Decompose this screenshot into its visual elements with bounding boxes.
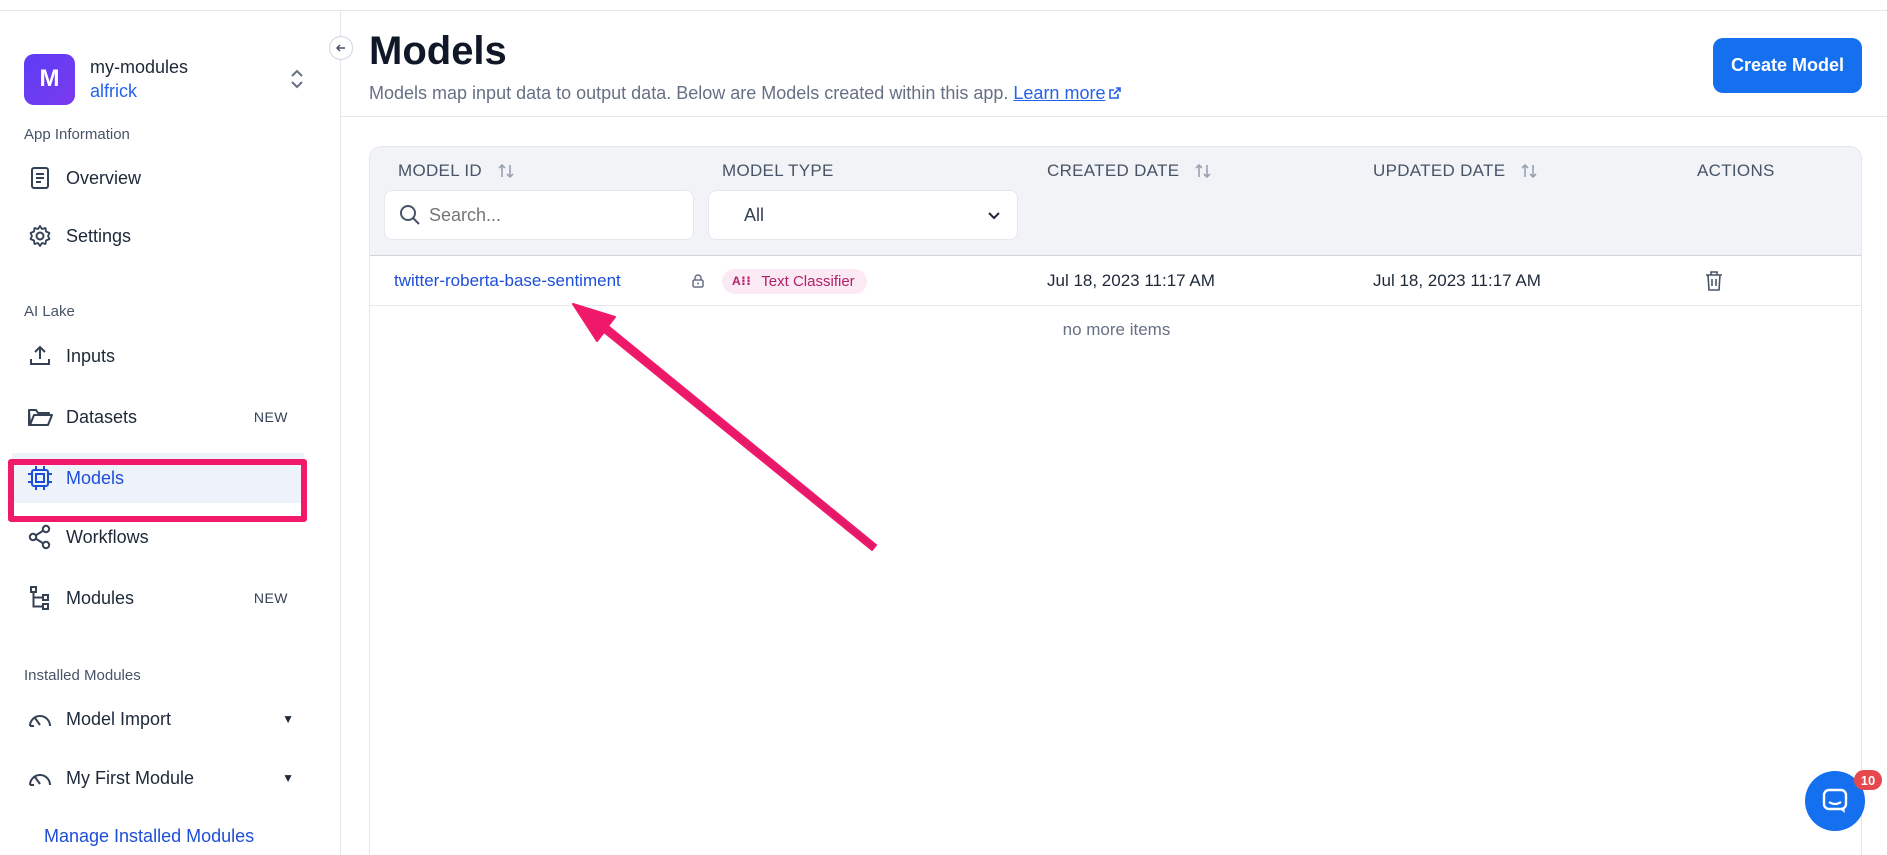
chat-unread-badge: 10: [1854, 770, 1882, 790]
caret-down-icon[interactable]: ▼: [282, 771, 294, 785]
manage-installed-modules-link[interactable]: Manage Installed Modules: [44, 826, 254, 847]
chevron-down-icon: [988, 212, 1000, 220]
column-header-created-date[interactable]: CREATED DATE: [1047, 161, 1213, 181]
sort-icon[interactable]: [1193, 161, 1213, 181]
model-type-badge: A⁝⁝ Text Classifier: [722, 268, 867, 294]
sidebar-item-label: My First Module: [66, 767, 195, 788]
sidebar-item-my-first-module[interactable]: My First Module ▼: [12, 753, 304, 803]
section-label-app-information: App Information: [24, 126, 130, 143]
sidebar-item-settings[interactable]: Settings: [12, 211, 304, 261]
caret-down-icon[interactable]: ▼: [282, 712, 294, 726]
create-model-button[interactable]: Create Model: [1713, 38, 1862, 93]
models-table: MODEL ID MODEL TYPE CREATED DATE UPDATED…: [369, 146, 1862, 855]
share-icon: [26, 523, 54, 551]
sidebar-item-label: Overview: [66, 167, 142, 188]
created-date-cell: Jul 18, 2023 11:17 AM: [1047, 271, 1215, 290]
search-icon: [400, 205, 420, 225]
sidebar-item-inputs[interactable]: Inputs: [12, 331, 304, 381]
model-id-link[interactable]: twitter-roberta-base-sentiment: [394, 271, 621, 291]
gear-icon: [26, 222, 54, 250]
column-header-model-type: MODEL TYPE: [722, 161, 834, 180]
collapse-sidebar-button[interactable]: [329, 36, 353, 60]
model-type-select-value: All: [744, 204, 765, 225]
tree-icon: [26, 584, 54, 612]
column-header-model-id[interactable]: MODEL ID: [398, 161, 516, 181]
sidebar-item-modules[interactable]: Modules NEW: [12, 573, 304, 623]
section-label-installed-modules: Installed Modules: [24, 667, 141, 684]
sidebar-item-label: Model Import: [66, 708, 172, 729]
sidebar-item-label: Datasets: [66, 406, 138, 427]
learn-more-link[interactable]: Learn more: [1013, 83, 1122, 103]
sidebar-item-datasets[interactable]: Datasets NEW: [12, 392, 304, 442]
model-id-cell: twitter-roberta-base-sentiment: [394, 256, 621, 306]
arrow-left-icon: [335, 44, 345, 52]
delete-button[interactable]: [1704, 256, 1724, 306]
sidebar-item-model-import[interactable]: Model Import ▼: [12, 694, 304, 744]
header-divider: [341, 116, 1887, 117]
sidebar: M my-modules alfrick App Information Ove…: [0, 11, 341, 855]
page-description: Models map input data to output data. Be…: [369, 83, 1122, 104]
top-border: [0, 0, 1887, 11]
folder-icon: [26, 403, 54, 431]
new-badge: NEW: [253, 590, 288, 606]
table-header: MODEL ID MODEL TYPE CREATED DATE UPDATED…: [370, 147, 1861, 256]
chat-icon: [1822, 788, 1848, 813]
trash-icon: [1706, 271, 1722, 291]
sidebar-item-label: Workflows: [66, 526, 149, 547]
lock-icon: [690, 256, 706, 306]
chip-icon: [26, 464, 54, 492]
model-type-cell: A⁝⁝ Text Classifier: [722, 256, 867, 306]
page-description-text: Models map input data to output data. Be…: [369, 83, 1009, 103]
sidebar-item-label: Modules: [66, 587, 135, 608]
gauge-icon: [26, 705, 54, 733]
page-title: Models: [369, 29, 507, 73]
text-classifier-icon: A⁝⁝: [732, 274, 752, 288]
sort-icon[interactable]: [496, 161, 516, 181]
app-avatar: M: [24, 53, 75, 105]
gauge-icon: [26, 764, 54, 792]
sort-icon[interactable]: [1519, 161, 1539, 181]
external-link-icon: [1109, 87, 1122, 99]
model-type-select[interactable]: All: [708, 190, 1018, 240]
document-icon: [26, 164, 54, 192]
model-id-search-field[interactable]: [384, 190, 694, 240]
section-label-ai-lake: AI Lake: [24, 303, 75, 320]
app-switcher[interactable]: M my-modules alfrick: [24, 51, 308, 107]
sidebar-item-label: Inputs: [66, 345, 116, 366]
chevron-up-down-icon[interactable]: [286, 64, 308, 94]
sidebar-item-workflows[interactable]: Workflows: [12, 512, 304, 562]
upload-icon: [26, 342, 54, 370]
new-badge: NEW: [253, 409, 288, 425]
app-name: my-modules: [90, 57, 189, 77]
column-header-actions: ACTIONS: [1697, 161, 1775, 180]
sidebar-item-models[interactable]: Models: [12, 453, 304, 503]
column-header-updated-date[interactable]: UPDATED DATE: [1373, 161, 1539, 181]
sidebar-item-label: Settings: [66, 225, 132, 246]
main-content: Models Models map input data to output d…: [341, 11, 1887, 855]
sidebar-item-label: Models: [66, 467, 125, 488]
table-row[interactable]: twitter-roberta-base-sentiment A⁝⁝ Text …: [370, 256, 1861, 306]
updated-date-cell: Jul 18, 2023 11:17 AM: [1373, 271, 1541, 290]
no-more-items-text: no more items: [1062, 320, 1171, 339]
search-input[interactable]: [429, 204, 669, 226]
app-user-link[interactable]: alfrick: [90, 79, 286, 103]
sidebar-item-overview[interactable]: Overview: [12, 153, 304, 203]
